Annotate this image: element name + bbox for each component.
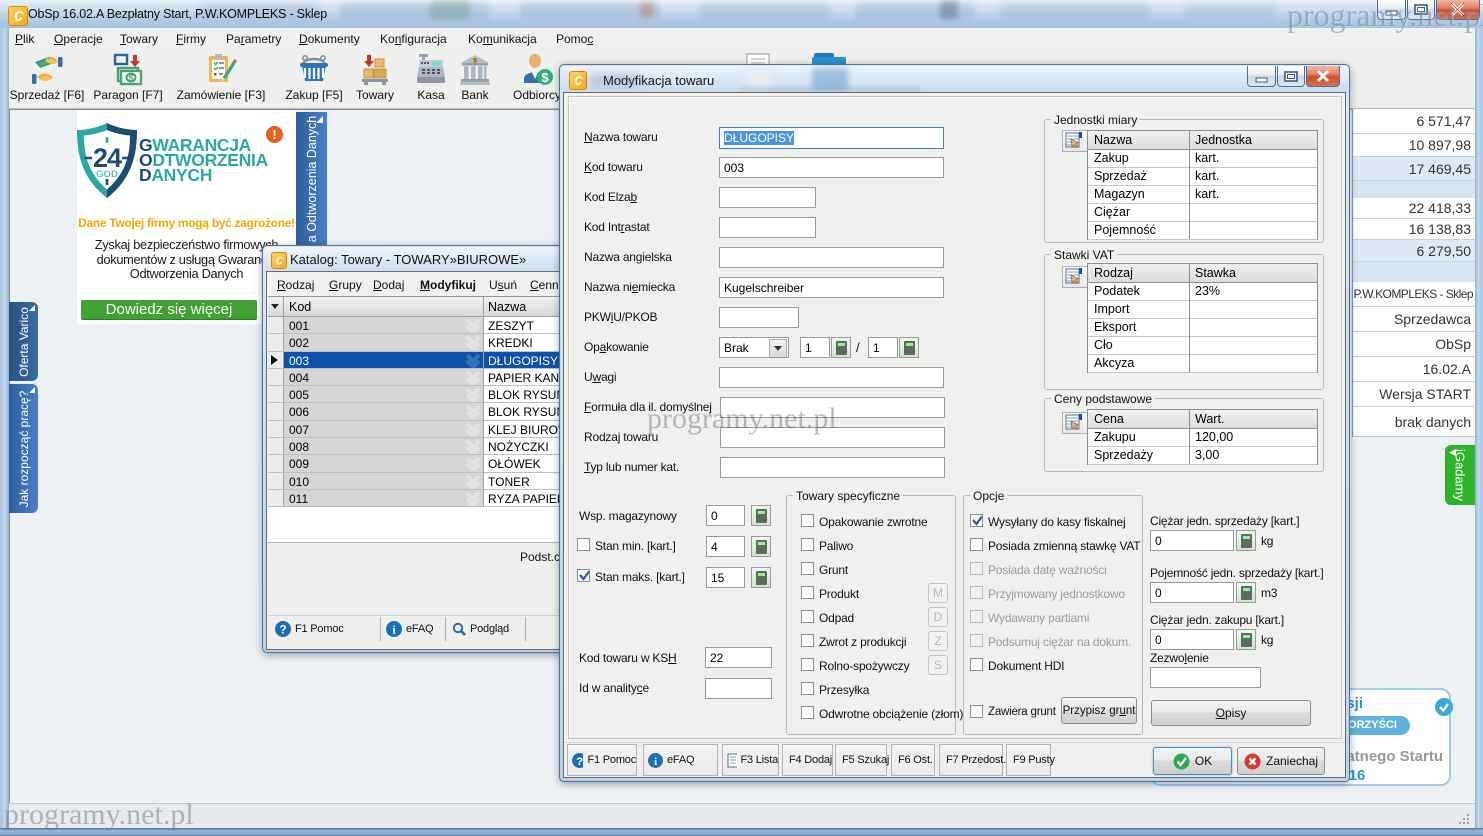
svg-text:?: ? (279, 623, 286, 637)
svg-text:GOD: GOD (96, 169, 118, 180)
svg-text:?: ? (576, 756, 583, 768)
svg-text:$: $ (541, 70, 549, 85)
svg-text:$: $ (128, 73, 133, 83)
svg-text:i: i (654, 756, 657, 768)
